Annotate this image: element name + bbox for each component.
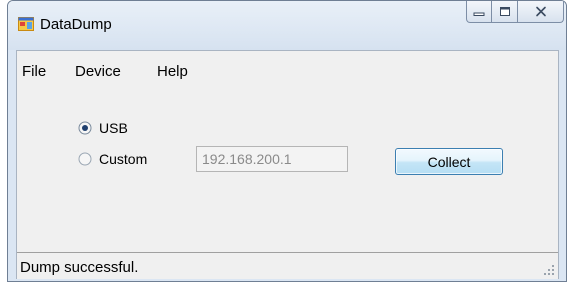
app-window-icon <box>18 17 34 31</box>
client-area: File Device Help USB Custom Collect Dump… <box>16 50 559 279</box>
usb-radio[interactable] <box>78 121 92 135</box>
maximize-button[interactable] <box>492 1 518 23</box>
resize-grip-icon[interactable] <box>543 264 555 276</box>
title-bar[interactable]: DataDump <box>8 1 566 50</box>
menu-bar: File Device Help <box>17 51 558 80</box>
custom-label[interactable]: Custom <box>99 151 147 167</box>
minimize-icon <box>473 12 485 16</box>
minimize-button[interactable] <box>466 1 492 23</box>
status-bar: Dump successful. <box>17 252 558 279</box>
menu-help[interactable]: Help <box>157 64 188 80</box>
ip-address-field[interactable] <box>196 146 348 172</box>
menu-file[interactable]: File <box>22 64 46 80</box>
maximize-icon <box>499 7 510 16</box>
datadump-window: DataDump File Device Help USB Custom 192… <box>7 0 567 282</box>
collect-button[interactable]: Collect <box>395 148 503 175</box>
status-text: Dump successful. <box>20 259 139 276</box>
usb-label[interactable]: USB <box>99 120 128 136</box>
window-title: DataDump <box>40 16 112 33</box>
caption-buttons <box>466 1 564 23</box>
custom-radio[interactable] <box>78 152 92 166</box>
close-button[interactable] <box>518 1 564 23</box>
menu-device[interactable]: Device <box>75 64 121 80</box>
close-icon <box>535 6 546 17</box>
